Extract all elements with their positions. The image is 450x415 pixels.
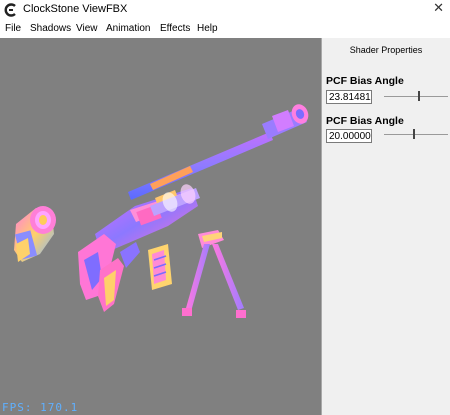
window-title: ClockStone ViewFBX	[23, 3, 128, 15]
menu-effects[interactable]: Effects	[160, 23, 190, 34]
shader-properties-panel: Shader Properties PCF Bias Angle 23.8148…	[322, 38, 450, 415]
rifle-stock	[78, 234, 140, 312]
rifle-model	[14, 104, 309, 318]
panel-title: Shader Properties	[349, 45, 423, 55]
param-slider-thumb-2[interactable]	[413, 129, 415, 139]
param-label-1: PCF Bias Angle	[326, 75, 404, 87]
close-button[interactable]: ✕	[433, 1, 444, 16]
rifle-bipod	[182, 230, 246, 318]
menu-help[interactable]: Help	[197, 23, 218, 34]
menu-animation[interactable]: Animation	[106, 23, 150, 34]
menu-shadows[interactable]: Shadows	[30, 23, 71, 34]
param-value-input-2[interactable]: 20.00000	[326, 129, 372, 143]
fps-counter: FPS: 170.1	[2, 401, 79, 414]
rifle-barrel	[128, 104, 309, 200]
param-slider-2[interactable]	[384, 134, 448, 135]
rifle-magazine	[148, 244, 172, 290]
menu-view[interactable]: View	[76, 23, 98, 34]
param-value-input-1[interactable]: 23.81481	[326, 90, 372, 104]
menu-file[interactable]: File	[5, 23, 21, 34]
param-label-2: PCF Bias Angle	[326, 115, 404, 127]
title-bar: ClockStone ViewFBX ✕	[0, 0, 450, 20]
param-slider-1[interactable]	[384, 96, 448, 97]
3d-viewport[interactable]: FPS: 170.1	[0, 38, 321, 415]
menu-bar: File Shadows View Animation Effects Help	[0, 20, 450, 39]
clockstone-logo-icon	[4, 3, 16, 17]
param-slider-thumb-1[interactable]	[418, 91, 420, 101]
rifle-scope	[14, 206, 56, 262]
